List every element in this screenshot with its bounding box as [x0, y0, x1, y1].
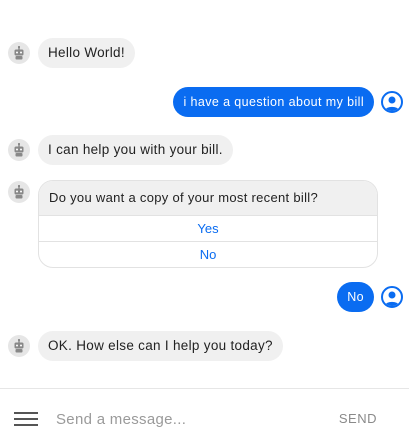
card-question: Do you want a copy of your most recent b…: [39, 181, 377, 215]
message-input[interactable]: [56, 407, 306, 431]
bot-message: Hello World!: [0, 38, 409, 68]
bot-bubble-text: OK. How else can I help you today?: [38, 331, 283, 361]
user-message: No: [0, 282, 409, 312]
user-icon: [381, 286, 403, 308]
user-bubble-text: No: [337, 282, 374, 312]
user-bubble-text: i have a question about my bill: [173, 87, 374, 117]
user-message: i have a question about my bill: [0, 87, 409, 117]
bot-bubble-text: Hello World!: [38, 38, 135, 68]
option-no-button[interactable]: No: [39, 241, 377, 267]
send-button[interactable]: SEND: [339, 411, 377, 426]
quick-reply-card: Do you want a copy of your most recent b…: [38, 180, 378, 268]
robot-icon: [8, 42, 30, 64]
hamburger-icon[interactable]: [14, 412, 38, 426]
bot-message: I can help you with your bill.: [0, 135, 409, 165]
option-yes-button[interactable]: Yes: [39, 215, 377, 241]
bot-bubble-text: I can help you with your bill.: [38, 135, 233, 165]
robot-icon: [8, 139, 30, 161]
bot-message: OK. How else can I help you today?: [0, 331, 409, 361]
robot-icon: [8, 181, 30, 203]
robot-icon: [8, 335, 30, 357]
user-icon: [381, 91, 403, 113]
message-composer: SEND: [0, 388, 409, 442]
